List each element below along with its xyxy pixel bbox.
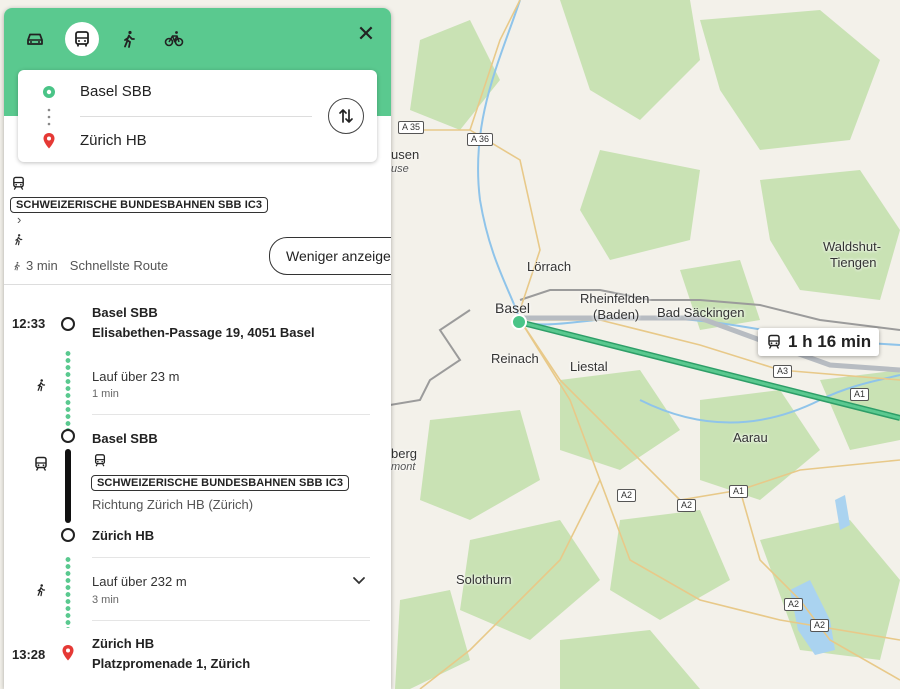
transit-operator-tag: SCHWEIZERISCHE BUNDESBAHNEN SBB IC3 <box>91 475 350 491</box>
summary-divider <box>4 284 391 285</box>
transit-start-circle-icon <box>61 429 75 443</box>
map-label-waldshut[interactable]: Waldshut- <box>823 239 881 254</box>
map-label-basel[interactable]: Basel <box>495 300 530 316</box>
summary-operator-tag: SCHWEIZERISCHE BUNDESBAHNEN SBB IC3 <box>10 197 269 213</box>
road-shield-a2-right2: A2 <box>810 619 830 632</box>
end-stop-name[interactable]: Zürich HB <box>92 636 154 651</box>
destination-pin-icon <box>43 133 55 149</box>
map-label-tiengen[interactable]: Tiengen <box>830 255 877 270</box>
swap-locations-button[interactable] <box>328 98 364 134</box>
mode-transit-button[interactable] <box>65 22 99 56</box>
walk1-label[interactable]: Lauf über 23 m <box>92 369 179 384</box>
walk2-icon <box>37 584 46 597</box>
map-label-aarau[interactable]: Aarau <box>733 430 768 445</box>
car-icon <box>27 33 43 45</box>
bus-icon <box>75 31 89 47</box>
road-shield-a36: A 36 <box>467 133 494 146</box>
destination-input[interactable]: Zürich HB <box>80 132 147 149</box>
summary-train-icon <box>13 176 24 190</box>
mode-walk-button[interactable] <box>112 22 146 56</box>
map-label-use: use <box>391 163 409 175</box>
walk2-duration: 3 min <box>92 594 119 606</box>
mode-car-button[interactable] <box>18 22 52 56</box>
directions-panel: ✕ Basel SBB Zürich HB SCHWEIZERISCHE BUN… <box>4 8 391 689</box>
road-shield-a2-right1: A2 <box>784 598 804 611</box>
location-divider <box>80 116 312 117</box>
map-label-reinach[interactable]: Reinach <box>491 351 539 366</box>
start-time: 12:33 <box>12 316 46 331</box>
road-shield-a1-mid: A1 <box>729 485 749 498</box>
walk1-icon <box>37 379 46 392</box>
step-divider <box>92 620 370 621</box>
walk-path-dots <box>65 350 71 432</box>
transit-to-name[interactable]: Zürich HB <box>92 528 154 543</box>
map-label-rheinfelden[interactable]: Rheinfelden <box>580 291 649 306</box>
transit-line-bar <box>65 449 71 523</box>
route-start-marker[interactable] <box>511 314 527 330</box>
transit-end-circle-icon <box>61 528 75 542</box>
road-shield-a2-left: A2 <box>617 489 637 502</box>
map-label-bad-saeckingen[interactable]: Bad Säckingen <box>657 305 744 320</box>
walk-path-dots <box>65 556 71 628</box>
train-icon <box>768 334 780 349</box>
route-dots-icon <box>47 108 51 126</box>
mode-bike-button[interactable] <box>157 22 191 56</box>
map-label-liestal[interactable]: Liestal <box>570 359 608 374</box>
origin-dot-icon <box>43 86 55 98</box>
step-divider <box>92 414 370 415</box>
small-walk-icon <box>14 261 20 270</box>
route-duration-badge[interactable]: 1 h 16 min <box>758 328 880 356</box>
summary-route-label: Schnellste Route <box>69 258 169 273</box>
end-pin-icon <box>62 645 74 661</box>
show-less-button[interactable]: Weniger anzeigen <box>269 237 391 275</box>
road-shield-a3: A3 <box>773 365 793 378</box>
transit-direction: Richtung Zürich HB (Zürich) <box>92 497 254 512</box>
walk1-duration: 1 min <box>92 388 119 400</box>
start-stop-address: Elisabethen-Passage 19, 4051 Basel <box>92 325 315 340</box>
origin-input[interactable]: Basel SBB <box>80 83 152 100</box>
start-stop-circle-icon <box>61 317 75 331</box>
map-label-rheinfelden-baden[interactable]: (Baden) <box>593 307 639 322</box>
swap-arrows-icon <box>339 109 353 123</box>
transit-train-icon <box>35 456 47 471</box>
road-shield-a35: A 35 <box>398 121 425 134</box>
road-shield-a1-top: A1 <box>850 388 870 401</box>
route-locations-card: Basel SBB Zürich HB <box>18 70 377 162</box>
start-stop-name[interactable]: Basel SBB <box>92 305 158 320</box>
summary-walk-icon <box>15 234 23 246</box>
walk-icon <box>124 30 135 48</box>
chevron-down-icon[interactable] <box>352 576 366 586</box>
map-label-usen[interactable]: usen <box>391 147 419 162</box>
transit-train-small-icon <box>94 454 106 467</box>
road-shield-a2-mid: A2 <box>677 499 697 512</box>
map-label-loerrach[interactable]: Lörrach <box>527 259 571 274</box>
transit-from-name[interactable]: Basel SBB <box>92 431 158 446</box>
summary-walk-info: 3 min Schnellste Route <box>12 258 168 273</box>
route-duration-text: 1 h 16 min <box>788 332 872 351</box>
map-label-solothurn[interactable]: Solothurn <box>456 572 512 587</box>
summary-walk-time: 3 min <box>26 258 58 273</box>
map-label-berg[interactable]: berg <box>391 446 417 461</box>
walk2-label[interactable]: Lauf über 232 m <box>92 574 187 589</box>
bike-icon <box>164 31 184 47</box>
summary-operator[interactable]: SCHWEIZERISCHE BUNDESBAHNEN SBB IC3 <box>10 195 269 213</box>
close-button[interactable]: ✕ <box>354 21 378 46</box>
end-stop-address: Platzpromenade 1, Zürich <box>92 656 251 671</box>
step-divider <box>92 557 370 558</box>
end-time: 13:28 <box>12 647 46 662</box>
map-label-mont: mont <box>391 461 416 473</box>
chevron-right-icon: › <box>17 212 22 227</box>
transit-operator[interactable]: SCHWEIZERISCHE BUNDESBAHNEN SBB IC3 <box>91 473 350 491</box>
